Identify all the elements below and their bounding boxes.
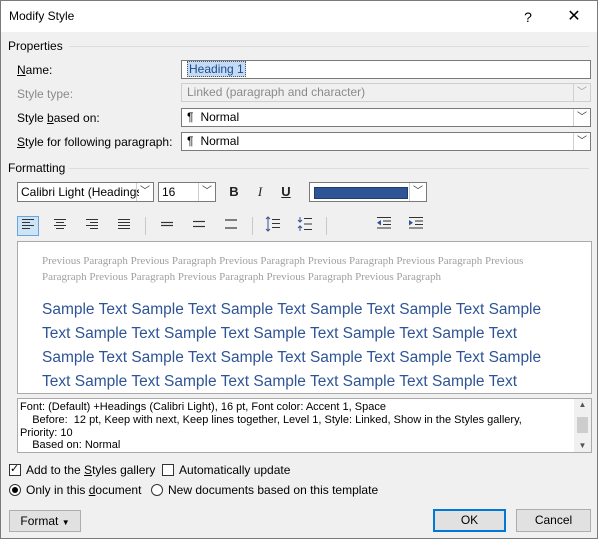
paragraph-icon: ¶ [187,110,194,124]
decrease-indent-button[interactable] [373,216,395,236]
align-center-icon [54,219,66,229]
decrease-indent-icon [377,217,391,229]
chevron-down-icon[interactable]: ﹀ [198,183,215,201]
formatting-divider [69,168,589,169]
style-type-label: Style type: [17,87,74,101]
font-name-value: Calibri Light (Headings [21,185,139,199]
add-to-gallery-checkbox[interactable] [9,462,21,476]
dialog-title: Modify Style [9,9,75,23]
properties-section-label: Properties [8,39,63,53]
name-label: Name: [17,63,53,77]
only-this-document-radio[interactable] [9,484,21,496]
paragraph-icon: ¶ [187,134,194,148]
style-type-value: Linked (paragraph and character) [187,85,366,99]
style-preview: Previous Paragraph Previous Paragraph Pr… [17,241,592,394]
double-spacing-button[interactable] [220,216,242,236]
scroll-up-icon[interactable]: ▲ [574,399,591,411]
double-spacing-icon [225,219,237,229]
chevron-down-icon[interactable]: ﹀ [573,109,590,126]
justify-icon [118,219,130,229]
chevron-down-icon: ﹀ [573,84,590,101]
following-paragraph-select[interactable]: ¶ Normal ﹀ [181,132,591,151]
italic-button[interactable]: I [249,182,271,202]
name-input[interactable]: Heading 1 [181,60,591,79]
line-spacing-icon [265,216,280,232]
style-type-select: Linked (paragraph and character) ﹀ [181,83,591,102]
single-spacing-icon [161,221,173,227]
new-documents-radio[interactable] [151,484,163,496]
formatting-section-label: Formatting [8,161,66,175]
based-on-select[interactable]: ¶ Normal ﹀ [181,108,591,127]
format-button-label: Format [20,514,59,528]
align-center-button[interactable] [49,216,71,236]
one-half-spacing-icon [193,220,205,228]
style-description-text: Font: (Default) +Headings (Calibri Light… [20,401,522,452]
chevron-down-icon[interactable]: ﹀ [136,183,153,201]
align-left-icon [22,219,34,229]
description-scrollbar[interactable]: ▲ ▼ [574,399,591,452]
scroll-thumb[interactable] [577,417,588,433]
increase-indent-icon [409,217,423,229]
new-documents-label[interactable]: New documents based on this template [168,483,378,497]
sample-text: Sample Text Sample Text Sample Text Samp… [42,301,542,390]
underline-button[interactable]: U [275,182,297,202]
toolbar-divider [252,217,253,235]
auto-update-label[interactable]: Automatically update [179,463,290,477]
based-on-label: Style based on: [17,111,100,125]
increase-indent-button[interactable] [405,216,427,236]
font-color-swatch [314,187,408,199]
paragraph-spacing-icon [297,217,312,231]
toolbar-divider [326,217,327,235]
title-bar: Modify Style ? ✕ [1,1,597,32]
paragraph-spacing-button[interactable] [294,216,316,236]
name-value: Heading 1 [187,61,246,77]
based-on-value: Normal [200,110,240,124]
add-to-gallery-label[interactable]: Add to the Styles gallery [26,463,155,477]
ok-button[interactable]: OK [433,509,506,532]
toolbar-divider [145,217,146,235]
only-this-document-label[interactable]: Only in this document [26,483,141,497]
chevron-down-icon[interactable]: ﹀ [573,133,590,150]
one-half-spacing-button[interactable] [188,216,210,236]
format-button[interactable]: Format ▼ [9,510,81,532]
close-button[interactable]: ✕ [557,5,591,29]
single-spacing-button[interactable] [156,216,178,236]
following-paragraph-label: Style for following paragraph: [17,135,173,149]
previous-paragraph-text: Previous Paragraph Previous Paragraph Pr… [42,255,524,283]
modify-style-dialog: Modify Style ? ✕ Properties Name: Headin… [0,0,598,539]
help-button[interactable]: ? [513,6,543,28]
font-name-select[interactable]: Calibri Light (Headings ﹀ [17,182,154,202]
align-right-button[interactable] [81,216,103,236]
caret-down-icon: ▼ [61,518,70,527]
font-size-select[interactable]: 16 ﹀ [158,182,216,202]
chevron-down-icon[interactable]: ﹀ [409,183,426,201]
following-value: Normal [200,134,240,148]
scroll-down-icon[interactable]: ▼ [574,440,591,452]
auto-update-checkbox[interactable] [162,464,174,476]
align-left-button[interactable] [17,216,39,236]
align-right-icon [86,219,98,229]
cancel-button[interactable]: Cancel [516,509,591,532]
font-size-value: 16 [162,185,176,199]
style-description: Font: (Default) +Headings (Calibri Light… [17,398,592,453]
bold-button[interactable]: B [223,182,245,202]
line-spacing-button[interactable] [262,216,284,236]
justify-button[interactable] [113,216,135,236]
properties-divider [69,46,589,47]
font-color-picker[interactable]: ﹀ [309,182,427,202]
